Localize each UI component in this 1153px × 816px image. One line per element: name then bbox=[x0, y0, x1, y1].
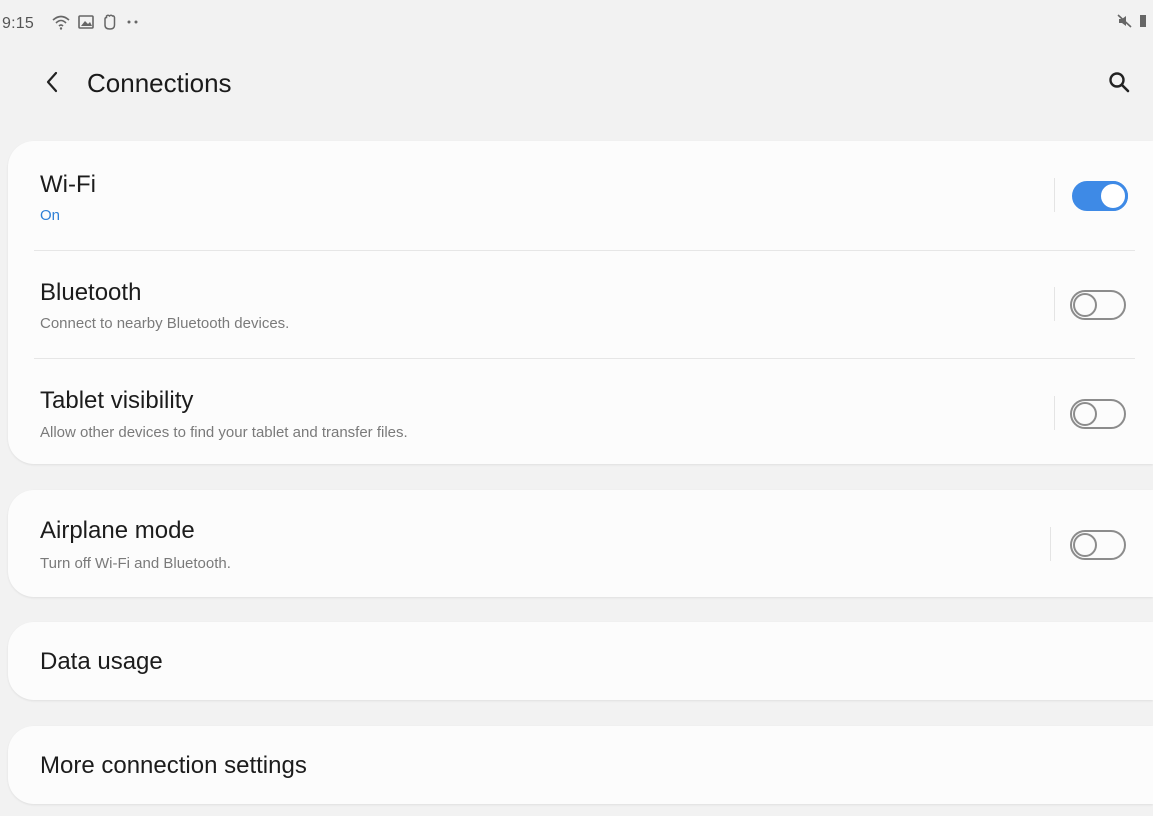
row-vertical-divider bbox=[1054, 396, 1055, 430]
page-title: Connections bbox=[87, 68, 232, 98]
airplane-card: Airplane mode Turn off Wi-Fi and Bluetoo… bbox=[8, 490, 1153, 597]
bluetooth-row[interactable]: Bluetooth Connect to nearby Bluetooth de… bbox=[8, 251, 1153, 359]
status-right-icons bbox=[1117, 14, 1147, 33]
bluetooth-subtitle: Connect to nearby Bluetooth devices. bbox=[40, 315, 290, 332]
more-connection-settings-title: More connection settings bbox=[40, 752, 307, 779]
bluetooth-toggle[interactable] bbox=[1070, 290, 1126, 320]
search-button[interactable] bbox=[1101, 66, 1137, 102]
airplane-mode-title: Airplane mode bbox=[40, 517, 195, 544]
search-icon bbox=[1108, 71, 1130, 98]
data-usage-title: Data usage bbox=[40, 648, 163, 675]
wifi-row[interactable]: Wi-Fi On bbox=[8, 141, 1153, 251]
status-time: 9:15 bbox=[2, 15, 34, 32]
wifi-icon bbox=[52, 14, 70, 30]
tablet-visibility-subtitle: Allow other devices to find your tablet … bbox=[40, 424, 408, 441]
toggle-knob bbox=[1098, 181, 1128, 211]
image-icon bbox=[78, 15, 94, 29]
row-vertical-divider bbox=[1050, 527, 1051, 561]
row-vertical-divider bbox=[1054, 178, 1055, 212]
app-bar: Connections bbox=[0, 48, 1153, 120]
toggle-knob bbox=[1073, 402, 1097, 426]
toggle-knob bbox=[1073, 293, 1097, 317]
battery-icon bbox=[1139, 14, 1147, 33]
more-connection-settings-row[interactable]: More connection settings bbox=[8, 726, 1153, 804]
tablet-visibility-toggle[interactable] bbox=[1070, 399, 1126, 429]
mute-icon bbox=[1117, 14, 1133, 33]
row-vertical-divider bbox=[1054, 287, 1055, 321]
airplane-mode-toggle[interactable] bbox=[1070, 530, 1126, 560]
status-icons bbox=[52, 14, 140, 30]
back-button[interactable] bbox=[34, 66, 70, 102]
airplane-mode-row[interactable]: Airplane mode Turn off Wi-Fi and Bluetoo… bbox=[8, 490, 1153, 597]
connections-card: Wi-Fi On Bluetooth Connect to nearby Blu… bbox=[8, 141, 1153, 464]
data-usage-row[interactable]: Data usage bbox=[8, 622, 1153, 700]
wifi-toggle[interactable] bbox=[1072, 181, 1128, 211]
airplane-mode-subtitle: Turn off Wi-Fi and Bluetooth. bbox=[40, 555, 231, 572]
toggle-knob bbox=[1073, 533, 1097, 557]
more-dots-icon bbox=[126, 19, 140, 25]
tablet-visibility-title: Tablet visibility bbox=[40, 387, 194, 414]
tablet-visibility-row[interactable]: Tablet visibility Allow other devices to… bbox=[8, 359, 1153, 464]
data-usage-card: Data usage bbox=[8, 622, 1153, 700]
wifi-title: Wi-Fi bbox=[40, 171, 96, 198]
more-settings-card: More connection settings bbox=[8, 726, 1153, 804]
hand-icon bbox=[102, 14, 118, 30]
wifi-status: On bbox=[40, 207, 61, 224]
bluetooth-title: Bluetooth bbox=[40, 279, 142, 306]
chevron-left-icon bbox=[45, 71, 59, 98]
status-bar: 9:15 bbox=[0, 0, 1153, 40]
